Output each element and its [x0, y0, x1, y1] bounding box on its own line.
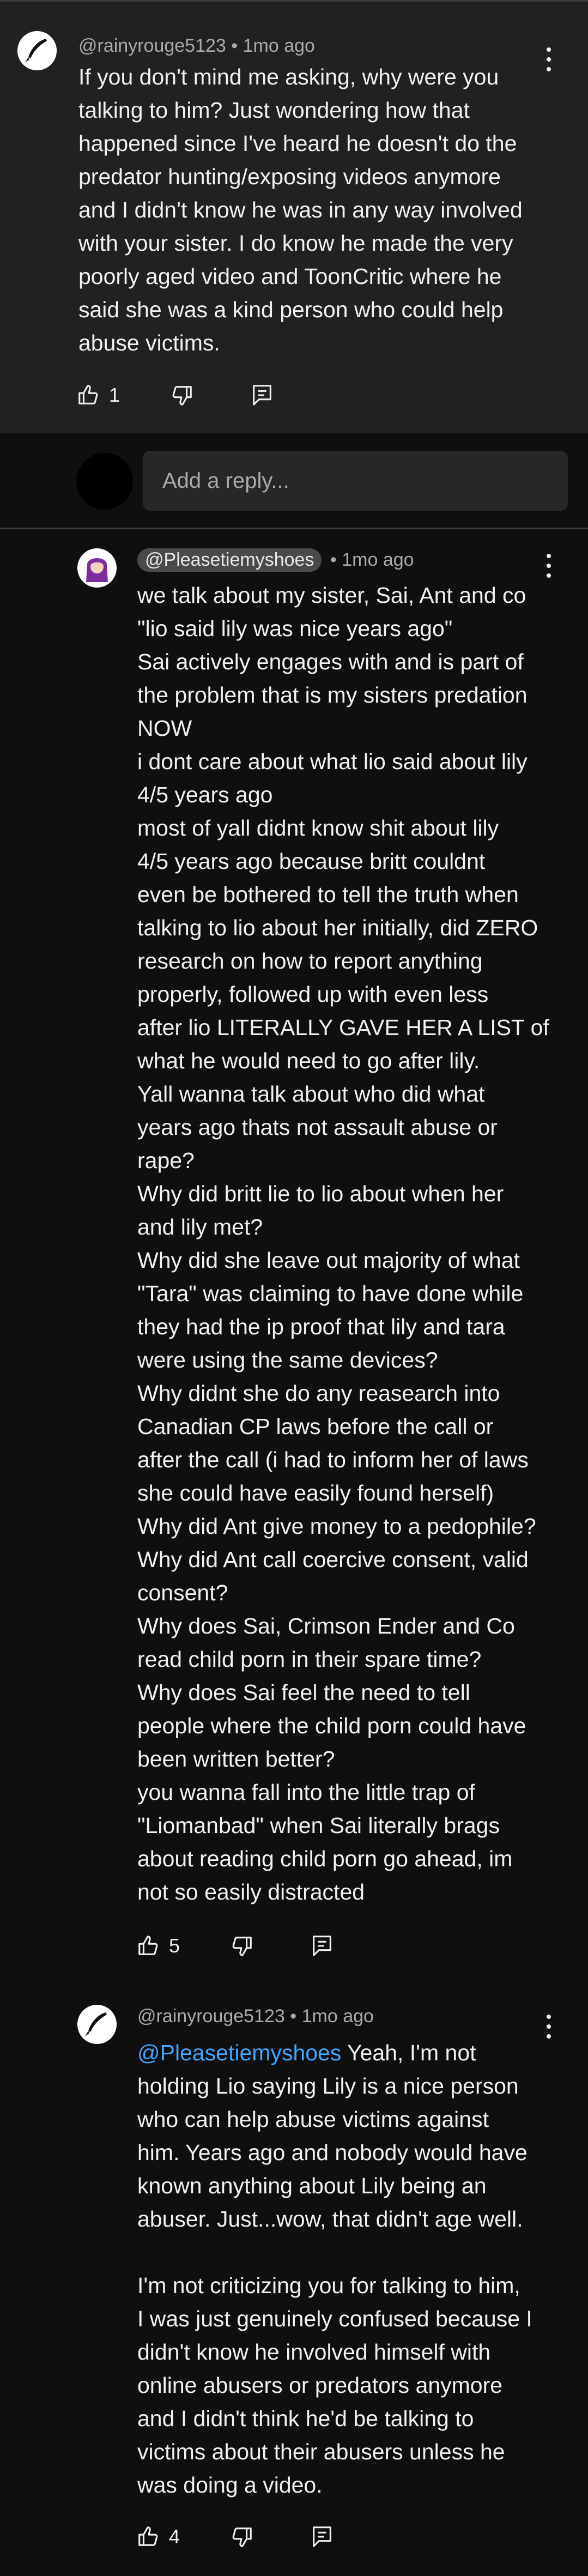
avatar[interactable]	[77, 2005, 117, 2044]
author-name[interactable]: @rainyrouge5123	[78, 35, 226, 56]
like-count: 1	[109, 384, 120, 406]
thumbs-down-icon	[232, 2527, 252, 2547]
author-name[interactable]: @Pleasetiemyshoes	[137, 548, 322, 572]
dislike-button[interactable]	[229, 1930, 254, 1962]
reply-button[interactable]	[250, 379, 275, 412]
user-avatar	[76, 453, 133, 510]
separator-dot: •	[330, 549, 342, 570]
comment-actions: 4	[136, 2520, 354, 2553]
reply-input[interactable]: Add a reply...	[143, 451, 568, 511]
comment-meta: @Pleasetiemyshoes • 1mo ago	[137, 548, 414, 572]
reply-body: Yeah, I'm not holding Lio saying Lily is…	[137, 2040, 532, 2498]
reply-comment-icon	[313, 2526, 331, 2547]
thumbs-up-icon	[138, 1936, 158, 1955]
thumbs-up-icon	[78, 385, 98, 404]
dislike-button[interactable]	[169, 379, 194, 412]
like-count: 5	[169, 1934, 180, 1957]
section-divider	[0, 528, 588, 529]
reply-button[interactable]	[310, 1930, 335, 1962]
separator-dot: •	[290, 2006, 302, 2027]
thumbs-down-icon	[172, 386, 192, 406]
purple-character-avatar-icon	[77, 548, 117, 588]
comment-actions: 5	[136, 1930, 354, 1962]
thumbs-up-icon	[138, 2526, 158, 2546]
comment-text: @Pleasetiemyshoes Yeah, I'm not holding …	[137, 2036, 532, 2502]
author-name[interactable]: @rainyrouge5123	[137, 2006, 285, 2027]
avatar[interactable]	[77, 548, 117, 588]
mention-link[interactable]: @Pleasetiemyshoes	[137, 2040, 341, 2065]
thumbs-down-icon	[232, 1937, 252, 1956]
comment-card: @rainyrouge5123 • 1mo ago If you don't m…	[0, 2, 588, 433]
comment-actions: 1	[76, 379, 294, 412]
comment-meta: @rainyrouge5123 • 1mo ago	[137, 2006, 374, 2027]
timestamp[interactable]: 1mo ago	[243, 35, 315, 56]
timestamp[interactable]: 1mo ago	[342, 549, 414, 570]
like-count: 4	[169, 2525, 180, 2548]
timestamp[interactable]: 1mo ago	[302, 2006, 374, 2027]
reply-button[interactable]	[310, 2520, 335, 2553]
avatar[interactable]	[17, 31, 57, 70]
dislike-button[interactable]	[229, 2520, 254, 2553]
comment-text: we talk about my sister, Sai, Ant and co…	[137, 583, 549, 1904]
more-options-icon[interactable]	[541, 45, 557, 78]
like-button[interactable]: 1	[76, 379, 120, 412]
separator-dot: •	[231, 35, 243, 56]
add-reply-row: Add a reply...	[0, 433, 588, 529]
like-button[interactable]: 4	[136, 2520, 180, 2553]
quill-avatar-icon	[17, 31, 57, 70]
comment-text: If you don't mind me asking, why were yo…	[78, 64, 523, 355]
more-options-icon[interactable]	[541, 2012, 557, 2045]
comment-meta: @rainyrouge5123 • 1mo ago	[78, 35, 315, 57]
reply-comment-icon	[253, 385, 271, 406]
quill-avatar-icon	[77, 2005, 117, 2044]
like-button[interactable]: 5	[136, 1930, 180, 1962]
reply-comment-icon	[313, 1936, 331, 1956]
